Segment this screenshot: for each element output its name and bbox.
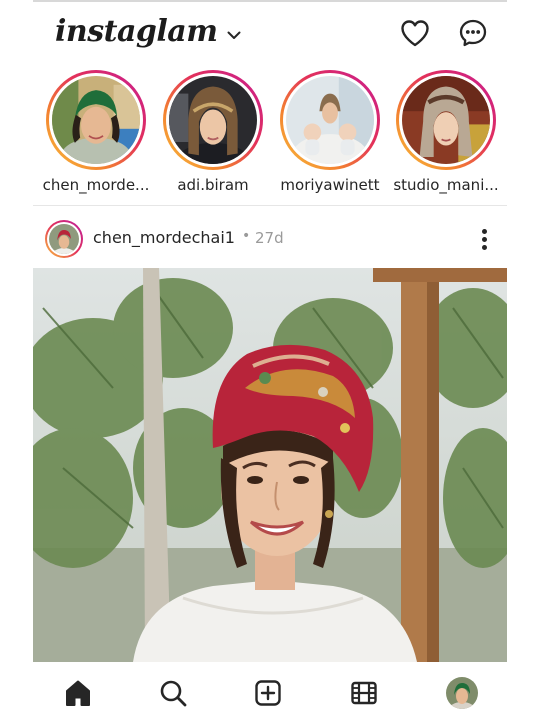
heart-icon[interactable] — [398, 16, 432, 50]
story-avatar-image — [402, 76, 490, 164]
chevron-down-icon — [227, 25, 241, 44]
new-post-icon[interactable] — [251, 676, 285, 710]
story-ring — [280, 70, 380, 170]
app-header: instaglam — [33, 2, 507, 66]
story-item[interactable]: moriyawinett — [275, 70, 385, 194]
story-item[interactable]: adi.biram — [158, 70, 268, 194]
story-avatar-image — [52, 76, 140, 164]
story-item[interactable]: chen_morde... — [41, 70, 151, 194]
stories-divider — [33, 205, 507, 206]
story-ring — [46, 70, 146, 170]
story-item[interactable]: studio_mani... — [391, 70, 501, 194]
brand-switcher[interactable]: instaglam — [55, 14, 241, 49]
post-author-username[interactable]: chen_mordechai1 — [93, 228, 235, 247]
stories-tray: chen_morde... adi.biram moriyawinett stu… — [33, 70, 507, 202]
story-avatar-image — [169, 76, 257, 164]
story-avatar-image — [286, 76, 374, 164]
instagram-feed: instaglam chen_morde... adi.biram moriya… — [33, 0, 507, 720]
bottom-navigation — [33, 662, 507, 720]
post-header: chen_mordechai1 • 27d — [33, 214, 507, 264]
post-author-avatar[interactable] — [45, 220, 83, 258]
story-username: moriyawinett — [280, 176, 380, 194]
reels-icon[interactable] — [347, 676, 381, 710]
story-username: chen_morde... — [42, 176, 150, 194]
story-username: adi.biram — [177, 176, 249, 194]
post-image[interactable] — [33, 268, 507, 662]
post-timestamp: 27d — [255, 229, 284, 247]
profile-avatar[interactable] — [446, 677, 478, 709]
home-icon[interactable] — [61, 676, 95, 710]
brand-logo: instaglam — [55, 14, 218, 49]
post-separator: • — [242, 228, 251, 244]
story-ring — [396, 70, 496, 170]
story-username: studio_mani... — [393, 176, 499, 194]
story-ring — [163, 70, 263, 170]
more-vertical-icon[interactable] — [469, 222, 499, 256]
search-icon[interactable] — [156, 676, 190, 710]
messenger-icon[interactable] — [456, 16, 490, 50]
